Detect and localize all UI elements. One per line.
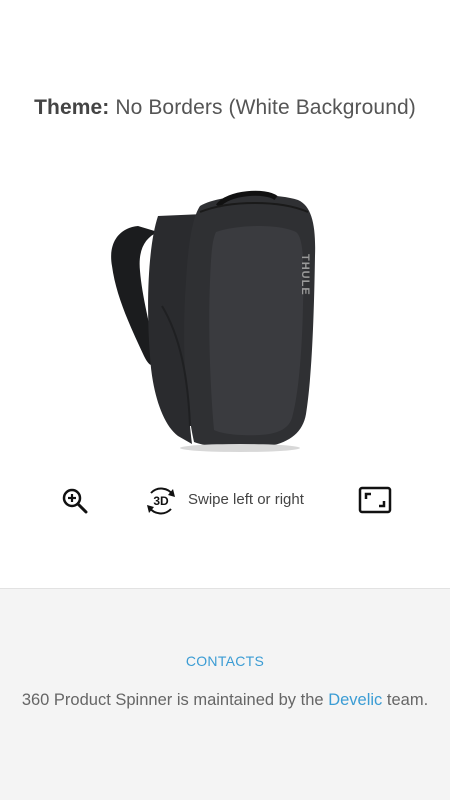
develic-link[interactable]: Develic — [328, 691, 382, 709]
rotate-3d-icon: 3D — [147, 487, 175, 515]
zoom-in-icon[interactable] — [61, 487, 89, 515]
fullscreen-icon[interactable] — [358, 486, 392, 514]
theme-label: Theme: — [34, 96, 110, 119]
page: Theme: No Borders (White Background) THU… — [0, 0, 450, 800]
backpack-image[interactable]: THULE — [100, 186, 330, 456]
theme-heading: Theme: No Borders (White Background) — [0, 96, 450, 120]
maintainer-prefix: 360 Product Spinner is maintained by the — [21, 691, 324, 709]
contacts-link[interactable]: CONTACTS — [0, 653, 450, 669]
maintainer-suffix: team. — [386, 691, 429, 709]
rotate-3d-label: 3D — [153, 494, 169, 508]
brand-mark: THULE — [299, 254, 311, 296]
product-spinner-viewer[interactable]: THULE — [100, 186, 330, 456]
swipe-hint: Swipe left or right — [188, 491, 304, 508]
maintainer-note: 360 Product Spinner is maintained by the… — [20, 688, 430, 712]
theme-value: No Borders (White Background) — [115, 96, 416, 119]
footer: CONTACTS 360 Product Spinner is maintain… — [0, 588, 450, 800]
spinner-controls: 3D Swipe left or right — [0, 480, 450, 520]
